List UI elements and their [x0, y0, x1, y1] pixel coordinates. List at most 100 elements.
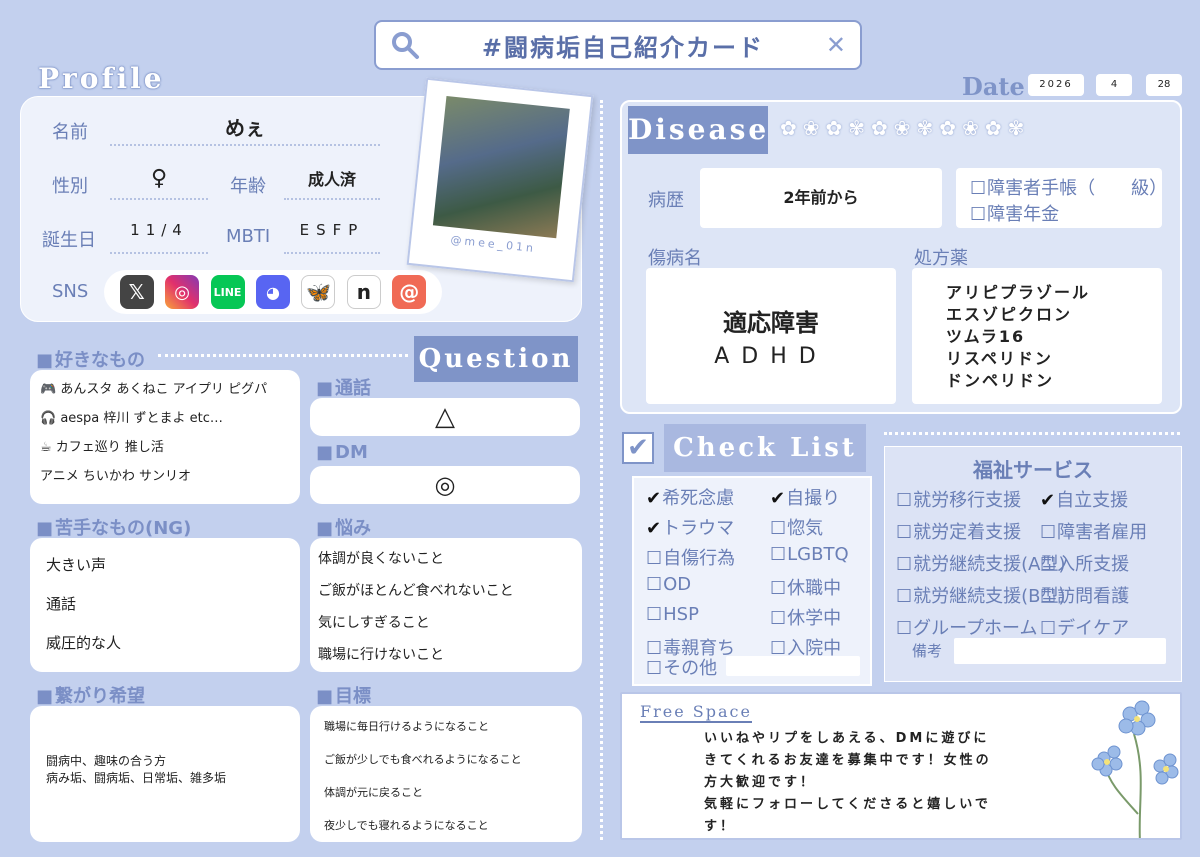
birthday-field: 11/4 — [110, 220, 208, 254]
diagnosis-item: ADHD — [714, 344, 828, 369]
list-item: ご飯が少しでも食べれるようになること — [324, 753, 522, 766]
list-item: 闘病中、趣味の合う方 — [46, 754, 167, 768]
goals-card: 職場に毎日行けるようになること ご飯が少しでも食べれるようになること 体調が元に… — [310, 706, 582, 842]
age-label: 年齢 — [230, 176, 266, 197]
checklist-checkbox[interactable]: 希死念慮 — [646, 484, 770, 510]
likes-divider — [158, 354, 408, 357]
call-value: △ — [435, 402, 455, 432]
welfare-checkbox[interactable]: 訪問看護 — [1040, 582, 1176, 608]
checklist-checkbox[interactable]: OD — [646, 574, 770, 600]
profile-photo — [432, 95, 570, 239]
free-space-line: す！ — [704, 819, 737, 834]
checklist-checkbox[interactable]: 休学中 — [770, 604, 866, 630]
medicine-item: リスペリドン — [946, 349, 1053, 368]
profile-heading: Profile — [38, 62, 165, 95]
profile-photo-frame: @mee_01n — [406, 77, 594, 283]
certificate-box: 障害者手帳（ 級） 障害年金 — [956, 168, 1167, 228]
mbti-label: MBTI — [226, 226, 271, 247]
note-label: 備考 — [912, 642, 943, 660]
threads-icon[interactable]: @ — [392, 275, 427, 309]
checklist-checkbox[interactable]: 惚気 — [770, 514, 866, 540]
checklist-checkbox[interactable]: 自傷行為 — [646, 544, 770, 570]
dislikes-card: 大きい声 通話 威圧的な人 — [30, 538, 300, 672]
diagnosis-item: 適応障害 — [723, 309, 819, 337]
page-title: #闘病垢自己紹介カード — [481, 33, 764, 62]
birthday-label: 誕生日 — [42, 230, 96, 251]
free-space-heading: Free Space — [640, 702, 752, 723]
welfare-grid: 就労移行支援自立支援就労定着支援障害者雇用就労継続支援(A型)入所支援就労継続支… — [896, 486, 1176, 640]
dm-card: ◎ — [310, 466, 580, 504]
gender-label: 性別 — [52, 176, 88, 197]
date-year: 2026 — [1028, 74, 1084, 96]
welfare-checkbox[interactable]: グループホーム — [896, 614, 1040, 640]
name-value: めぇ — [225, 116, 265, 140]
welfare-checkbox[interactable]: 就労移行支援 — [896, 486, 1040, 512]
search-icon — [392, 32, 419, 59]
list-item: 気にしすぎること — [318, 615, 430, 631]
connect-card: 闘病中、趣味の合う方 病み垢、闘病垢、日常垢、雑多垢 — [30, 706, 300, 842]
list-item: 夜少しでも寝れるようになること — [324, 819, 489, 832]
line-icon[interactable]: LINE — [210, 275, 245, 309]
checklist-checkbox[interactable]: 自撮り — [770, 484, 866, 510]
x-icon[interactable]: 𝕏 — [119, 275, 154, 309]
list-item: ご飯がほとんど食べれないこと — [318, 583, 514, 599]
list-item: ☕ カフェ巡り 推し活 — [40, 440, 164, 455]
close-icon[interactable]: ✕ — [826, 31, 846, 59]
free-space-line: いいねやリプをしあえる、DMに遊びに — [704, 731, 990, 746]
note-icon[interactable]: n — [346, 275, 381, 309]
welfare-checkbox[interactable]: 就労継続支援(A型) — [896, 550, 1065, 576]
disease-heading: Disease — [628, 106, 768, 154]
list-item: 🎮 あんスタ あくねこ アイプリ ピグパ — [40, 382, 268, 397]
checklist-checkbox[interactable]: トラウマ — [646, 514, 770, 540]
other-checkbox[interactable]: その他 — [646, 654, 717, 680]
welfare-checkbox[interactable]: 就労定着支援 — [896, 518, 1040, 544]
free-space-line: 気軽にフォローしてくださると嬉しいで — [704, 797, 991, 812]
instagram-icon[interactable]: ◎ — [165, 275, 200, 309]
diagnosis-label: 傷病名 — [648, 248, 702, 269]
history-label: 病歴 — [648, 190, 684, 211]
list-item: 職場に毎日行けるようになること — [324, 720, 489, 733]
other-input[interactable] — [726, 656, 860, 676]
age-value: 成人済 — [307, 170, 356, 189]
checklist-heading: Check List — [664, 424, 866, 472]
gender-value: ♀ — [150, 166, 168, 191]
column-divider — [600, 100, 603, 840]
history-value: 2年前から — [783, 188, 859, 207]
list-item: 大きい声 — [46, 556, 107, 574]
medicine-card: アリピプラゾール エスゾピクロン ツムラ16 リスペリドン ドンペリドン — [912, 268, 1162, 404]
welfare-checkbox[interactable]: 就労継続支援(B型) — [896, 582, 1065, 608]
name-label: 名前 — [52, 122, 88, 143]
checklist-checkbox[interactable]: 休職中 — [770, 574, 866, 600]
dislikes-heading: 苦手なもの(NG) — [36, 514, 191, 540]
free-space-line: きてくれるお友達を募集中です！女性の — [704, 753, 992, 768]
welfare-heading: 福祉サービス — [973, 458, 1093, 482]
checklist-checkbox[interactable]: LGBTQ — [770, 544, 866, 570]
date-label: Date — [962, 72, 1025, 101]
discord-icon[interactable]: ◕ — [255, 275, 290, 309]
title-bar: #闘病垢自己紹介カード ✕ — [374, 20, 862, 70]
checklist-checkbox[interactable]: HSP — [646, 604, 770, 630]
flower-decoration: ✿❀✿✾✿❀✾✿❀✿✾ — [780, 116, 1031, 140]
worries-card: 体調が良くないこと ご飯がほとんど食べれないこと 気にしすぎること 職場に行けな… — [310, 538, 582, 672]
welfare-checkbox[interactable]: 障害者雇用 — [1040, 518, 1176, 544]
medicine-item: ツムラ16 — [946, 327, 1026, 346]
likes-card: 🎮 あんスタ あくねこ アイプリ ピグパ 🎧 aespa 梓川 ずとまよ etc… — [30, 370, 300, 504]
welfare-checkbox[interactable]: デイケア — [1040, 614, 1176, 640]
welfare-checkbox[interactable]: 自立支援 — [1040, 486, 1176, 512]
note-input[interactable] — [954, 638, 1166, 664]
handbook-checkbox[interactable]: 障害者手帳（ 級） — [970, 174, 1167, 200]
list-item: アニメ ちいかわ サンリオ — [40, 469, 192, 484]
connect-heading: 繋がり希望 — [36, 682, 145, 708]
age-field: 成人済 — [284, 166, 380, 200]
welfare-checkbox[interactable]: 入所支援 — [1040, 550, 1176, 576]
forget-me-not-icon — [1091, 700, 1179, 838]
worries-heading: 悩み — [316, 514, 371, 540]
medicine-item: アリピプラゾール — [946, 283, 1091, 302]
list-item: 通話 — [46, 595, 77, 613]
mbti-value: ESFP — [299, 221, 365, 239]
pension-checkbox[interactable]: 障害年金 — [970, 200, 1148, 226]
bluesky-icon[interactable]: 🦋 — [301, 275, 336, 309]
sns-bar: 𝕏 ◎ LINE ◕ 🦋 n @ — [104, 270, 442, 314]
list-item: 職場に行けないこと — [318, 647, 444, 663]
list-item: 体調が元に戻ること — [324, 786, 423, 799]
